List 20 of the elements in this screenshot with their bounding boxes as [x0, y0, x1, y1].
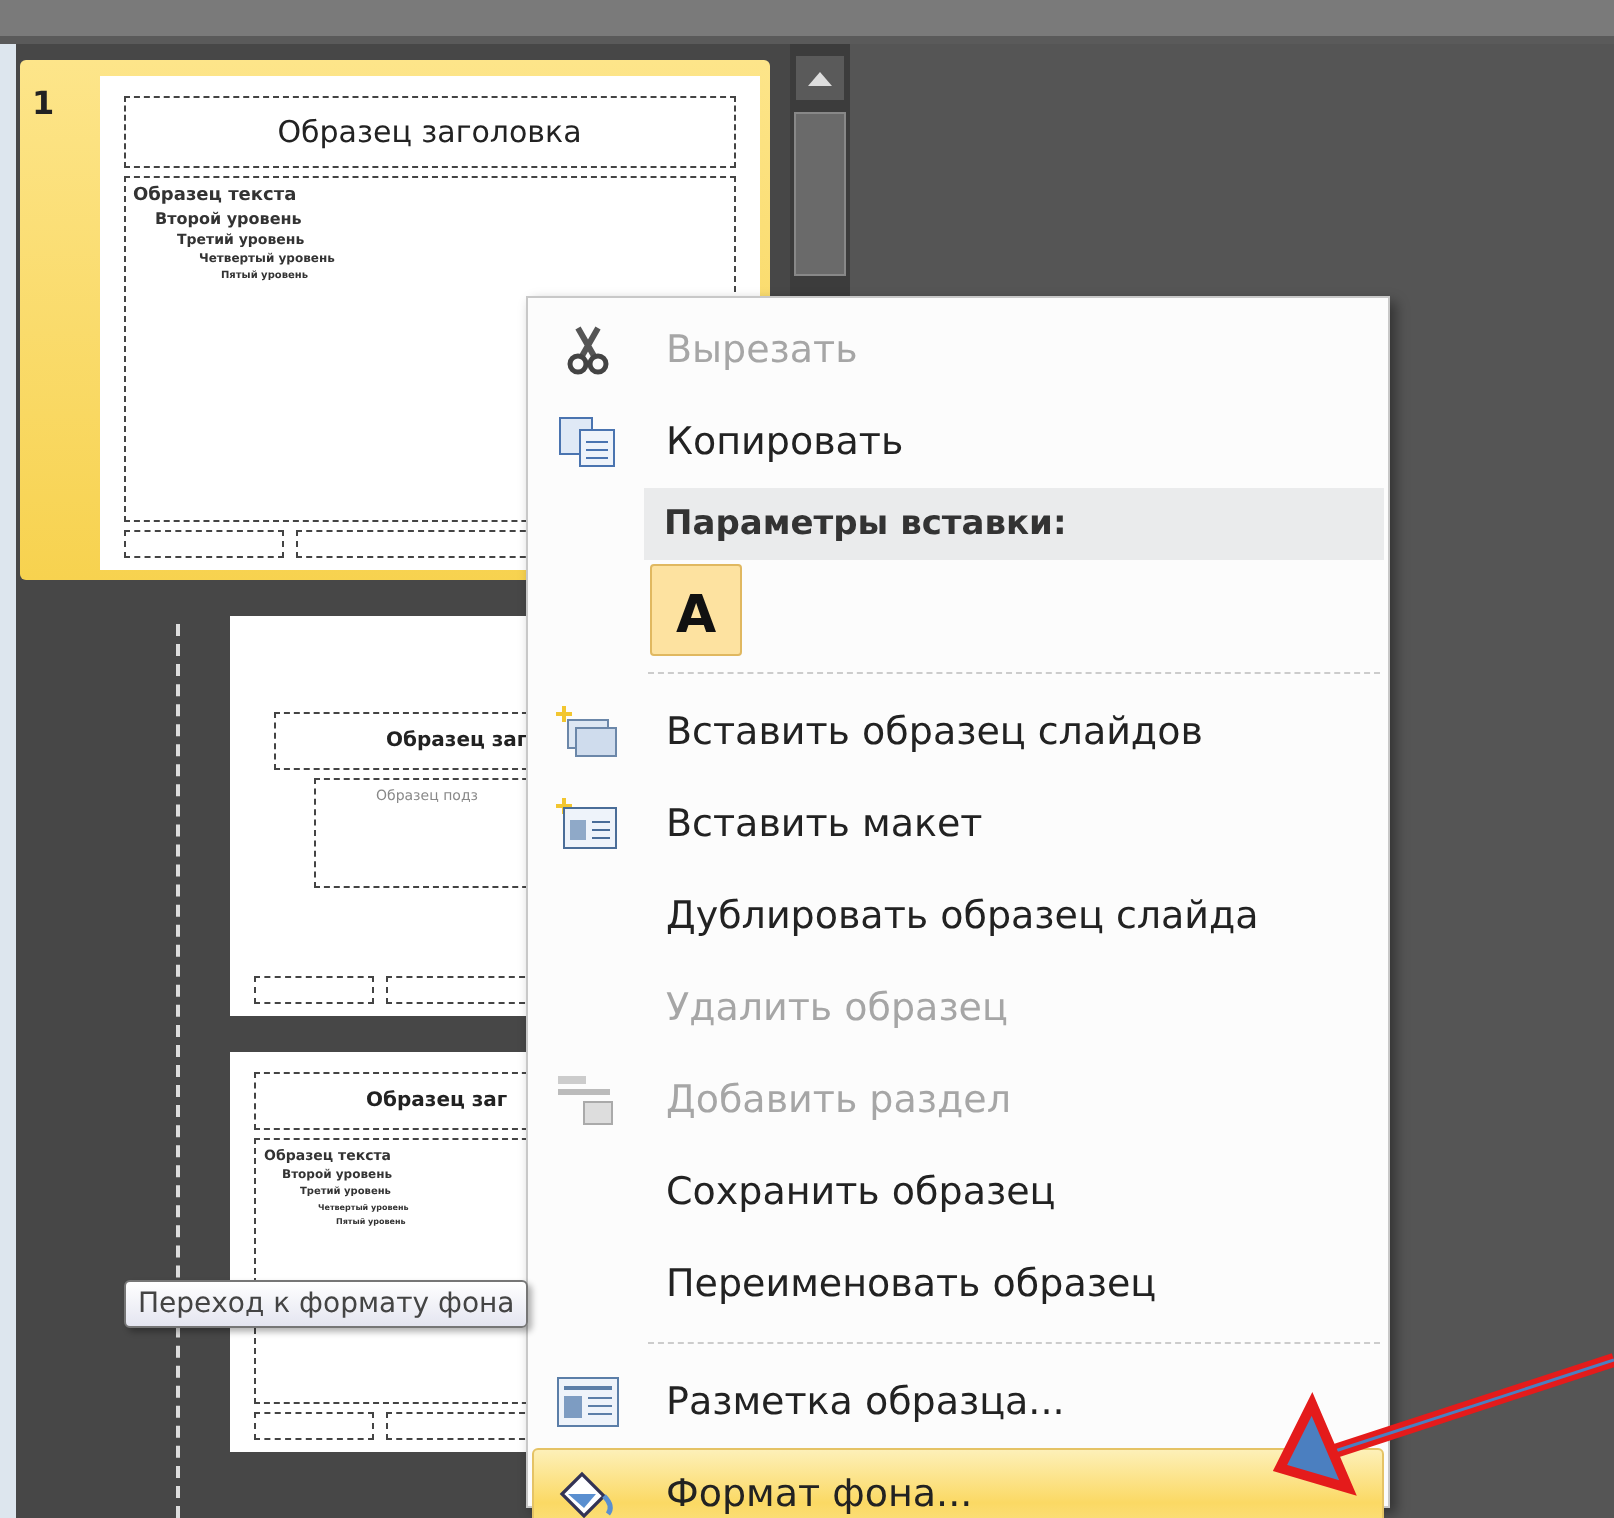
layout-icon — [556, 1376, 620, 1428]
slide-title: Образец заголовка — [277, 114, 582, 150]
scroll-up-button[interactable] — [796, 56, 844, 100]
slide-title: Образец заг — [366, 1090, 508, 1112]
scroll-thumb[interactable] — [794, 112, 846, 276]
menu-section-header: Параметры вставки: — [644, 488, 1384, 560]
footer-placeholder — [254, 976, 374, 1004]
scissors-icon — [566, 324, 610, 376]
slide-body-text: Образец текста — [133, 186, 297, 206]
new-slide-icon — [556, 704, 620, 760]
footer-placeholder — [254, 1412, 374, 1440]
tooltip: Переход к формату фона — [124, 1280, 529, 1328]
new-layout-icon — [556, 796, 620, 852]
up-arrow-icon[interactable] — [808, 70, 832, 86]
copy-icon — [558, 416, 618, 468]
menu-item[interactable]: Формат фона... — [532, 1448, 1384, 1518]
paste-option-button[interactable]: A — [650, 564, 742, 656]
slide-title: Образец заг — [386, 730, 528, 752]
slide-number: 1 — [32, 82, 57, 122]
slide-body-text: Второй уровень — [153, 210, 302, 228]
